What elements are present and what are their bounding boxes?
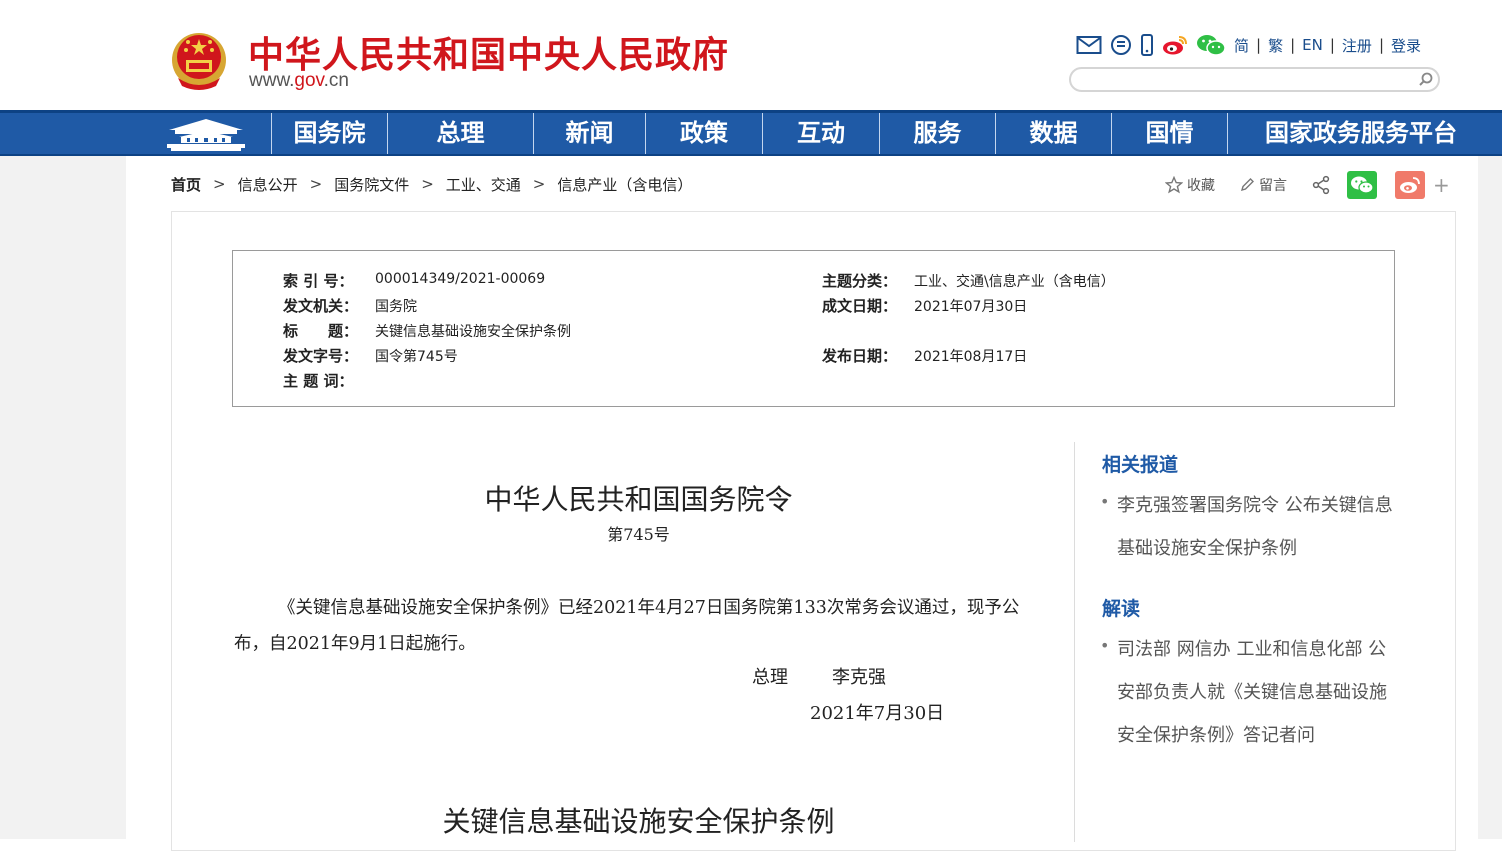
- search-icon[interactable]: [1418, 71, 1434, 87]
- right-margin: [1478, 156, 1502, 839]
- register-link[interactable]: 注册: [1342, 35, 1372, 56]
- national-emblem-icon[interactable]: [170, 30, 228, 92]
- wechat-share-button[interactable]: [1347, 171, 1377, 199]
- separator: |: [1256, 36, 1262, 54]
- subject-label: 主 题 词：: [283, 372, 354, 390]
- search-input[interactable]: [1069, 67, 1440, 92]
- breadcrumb-industry-transport[interactable]: 工业、交通: [446, 174, 521, 195]
- weibo-icon: [1400, 177, 1420, 193]
- wechat-icon[interactable]: [1196, 34, 1226, 56]
- breadcrumb-info-disclosure[interactable]: 信息公开: [238, 174, 298, 195]
- signature-date: 2021年7月30日: [810, 703, 945, 724]
- signer-role: 总理: [752, 667, 788, 688]
- share-icon[interactable]: [1311, 175, 1331, 195]
- site-url-gov: gov: [294, 70, 324, 91]
- site-url-prefix: www.: [249, 70, 295, 91]
- favorite-label: 收藏: [1187, 178, 1215, 194]
- comment-button[interactable]: 留言: [1239, 175, 1287, 195]
- nav-item-state-council[interactable]: 国务院: [271, 113, 387, 154]
- title-value: 关键信息基础设施安全保护条例: [375, 324, 571, 340]
- nav-item-interaction[interactable]: 互动: [762, 113, 879, 154]
- nav-item-data[interactable]: 数据: [995, 113, 1111, 154]
- mail-icon[interactable]: [1076, 35, 1102, 55]
- docno-label: 发文字号：: [283, 347, 359, 365]
- breadcrumb-it-industry[interactable]: 信息产业（含电信）: [557, 174, 692, 195]
- chevron-right-icon: >: [421, 175, 434, 193]
- nav-item-premier[interactable]: 总理: [387, 113, 533, 154]
- message-icon[interactable]: [1110, 34, 1132, 56]
- issuer-value: 国务院: [375, 299, 417, 315]
- nav-item-national-info[interactable]: 国情: [1111, 113, 1227, 154]
- bullet-icon: •: [1100, 492, 1110, 511]
- login-link[interactable]: 登录: [1391, 35, 1421, 56]
- tiananmen-logo-icon[interactable]: [165, 117, 247, 153]
- nav-item-services[interactable]: 服务: [879, 113, 995, 154]
- written-date-value: 2021年07月30日: [914, 299, 1028, 315]
- document-paragraph: 《关键信息基础设施安全保护条例》已经2021年4月27日国务院第133次常务会议…: [234, 598, 1020, 654]
- site-header: 中华人民共和国中央人民政府 www.gov.cn 简 | 繁 | EN | 注册…: [0, 0, 1502, 110]
- regulation-title: 关键信息基础设施安全保护条例: [442, 805, 835, 838]
- related-heading: 相关报道: [1102, 454, 1179, 476]
- issuer-label: 发文机关：: [283, 297, 359, 315]
- title-label: 标 题：: [283, 322, 359, 340]
- main-nav: 国务院 总理 新闻 政策 互动 服务 数据 国情 国家政务服务平台: [0, 110, 1502, 156]
- interpretation-heading: 解读: [1102, 598, 1141, 620]
- document-info-box: 索 引 号： 000014349/2021-00069 发文机关： 国务院 标 …: [232, 250, 1395, 407]
- category-label: 主题分类：: [822, 272, 898, 290]
- separator: |: [1329, 36, 1335, 54]
- signer-name: 李克强: [832, 667, 886, 688]
- document-title: 中华人民共和国国务院令: [484, 483, 793, 516]
- star-icon: [1165, 176, 1183, 194]
- share-toolbar: 收藏 留言 +: [1165, 170, 1450, 200]
- chevron-right-icon: >: [213, 175, 226, 193]
- english-link[interactable]: EN: [1302, 36, 1323, 54]
- nav-item-policy[interactable]: 政策: [645, 113, 762, 154]
- site-url-suffix: .cn: [323, 70, 349, 91]
- docno-value: 国令第745号: [375, 349, 458, 365]
- separator: |: [1378, 36, 1384, 54]
- left-margin: [0, 156, 126, 839]
- breadcrumb: 首页 > 信息公开 > 国务院文件 > 工业、交通 > 信息产业（含电信）: [171, 173, 692, 195]
- publish-date-value: 2021年08月17日: [914, 349, 1028, 365]
- separator: |: [1290, 36, 1296, 54]
- chevron-right-icon: >: [309, 175, 323, 193]
- category-value: 工业、交通\信息产业（含电信）: [914, 274, 1115, 290]
- bullet-icon: •: [1100, 636, 1110, 655]
- nav-item-news[interactable]: 新闻: [533, 113, 645, 154]
- sidebar-divider: [1074, 442, 1075, 842]
- pencil-icon: [1240, 178, 1254, 192]
- document-number: 第745号: [607, 525, 670, 544]
- wechat-icon: [1351, 176, 1374, 194]
- site-url: www.gov.cn: [249, 70, 349, 92]
- mobile-icon[interactable]: [1140, 34, 1154, 56]
- more-share-button[interactable]: +: [1433, 173, 1450, 197]
- written-date-label: 成文日期：: [822, 297, 898, 315]
- top-links: 简 | 繁 | EN | 注册 | 登录: [1076, 32, 1421, 58]
- weibo-share-button[interactable]: [1395, 171, 1425, 199]
- chevron-right-icon: >: [532, 175, 546, 193]
- simplified-chinese-link[interactable]: 简: [1234, 35, 1249, 56]
- interpretation-article-link[interactable]: 司法部 网信办 工业和信息化部 公安部负责人就《关键信息基础设施安全保护条例》答…: [1117, 628, 1397, 757]
- related-article-link[interactable]: 李克强签署国务院令 公布关键信息基础设施安全保护条例: [1117, 484, 1397, 570]
- weibo-icon[interactable]: [1162, 34, 1188, 56]
- publish-date-label: 发布日期：: [822, 347, 898, 365]
- breadcrumb-state-council-docs[interactable]: 国务院文件: [334, 174, 409, 195]
- traditional-chinese-link[interactable]: 繁: [1268, 35, 1283, 56]
- breadcrumb-home[interactable]: 首页: [171, 174, 201, 195]
- index-value: 000014349/2021-00069: [375, 271, 546, 287]
- nav-item-gov-service-platform[interactable]: 国家政务服务平台: [1227, 113, 1494, 154]
- favorite-button[interactable]: 收藏: [1165, 175, 1215, 195]
- signature-line: 总理 李克强: [752, 663, 886, 689]
- index-label: 索 引 号：: [283, 272, 354, 290]
- comment-label: 留言: [1259, 178, 1287, 194]
